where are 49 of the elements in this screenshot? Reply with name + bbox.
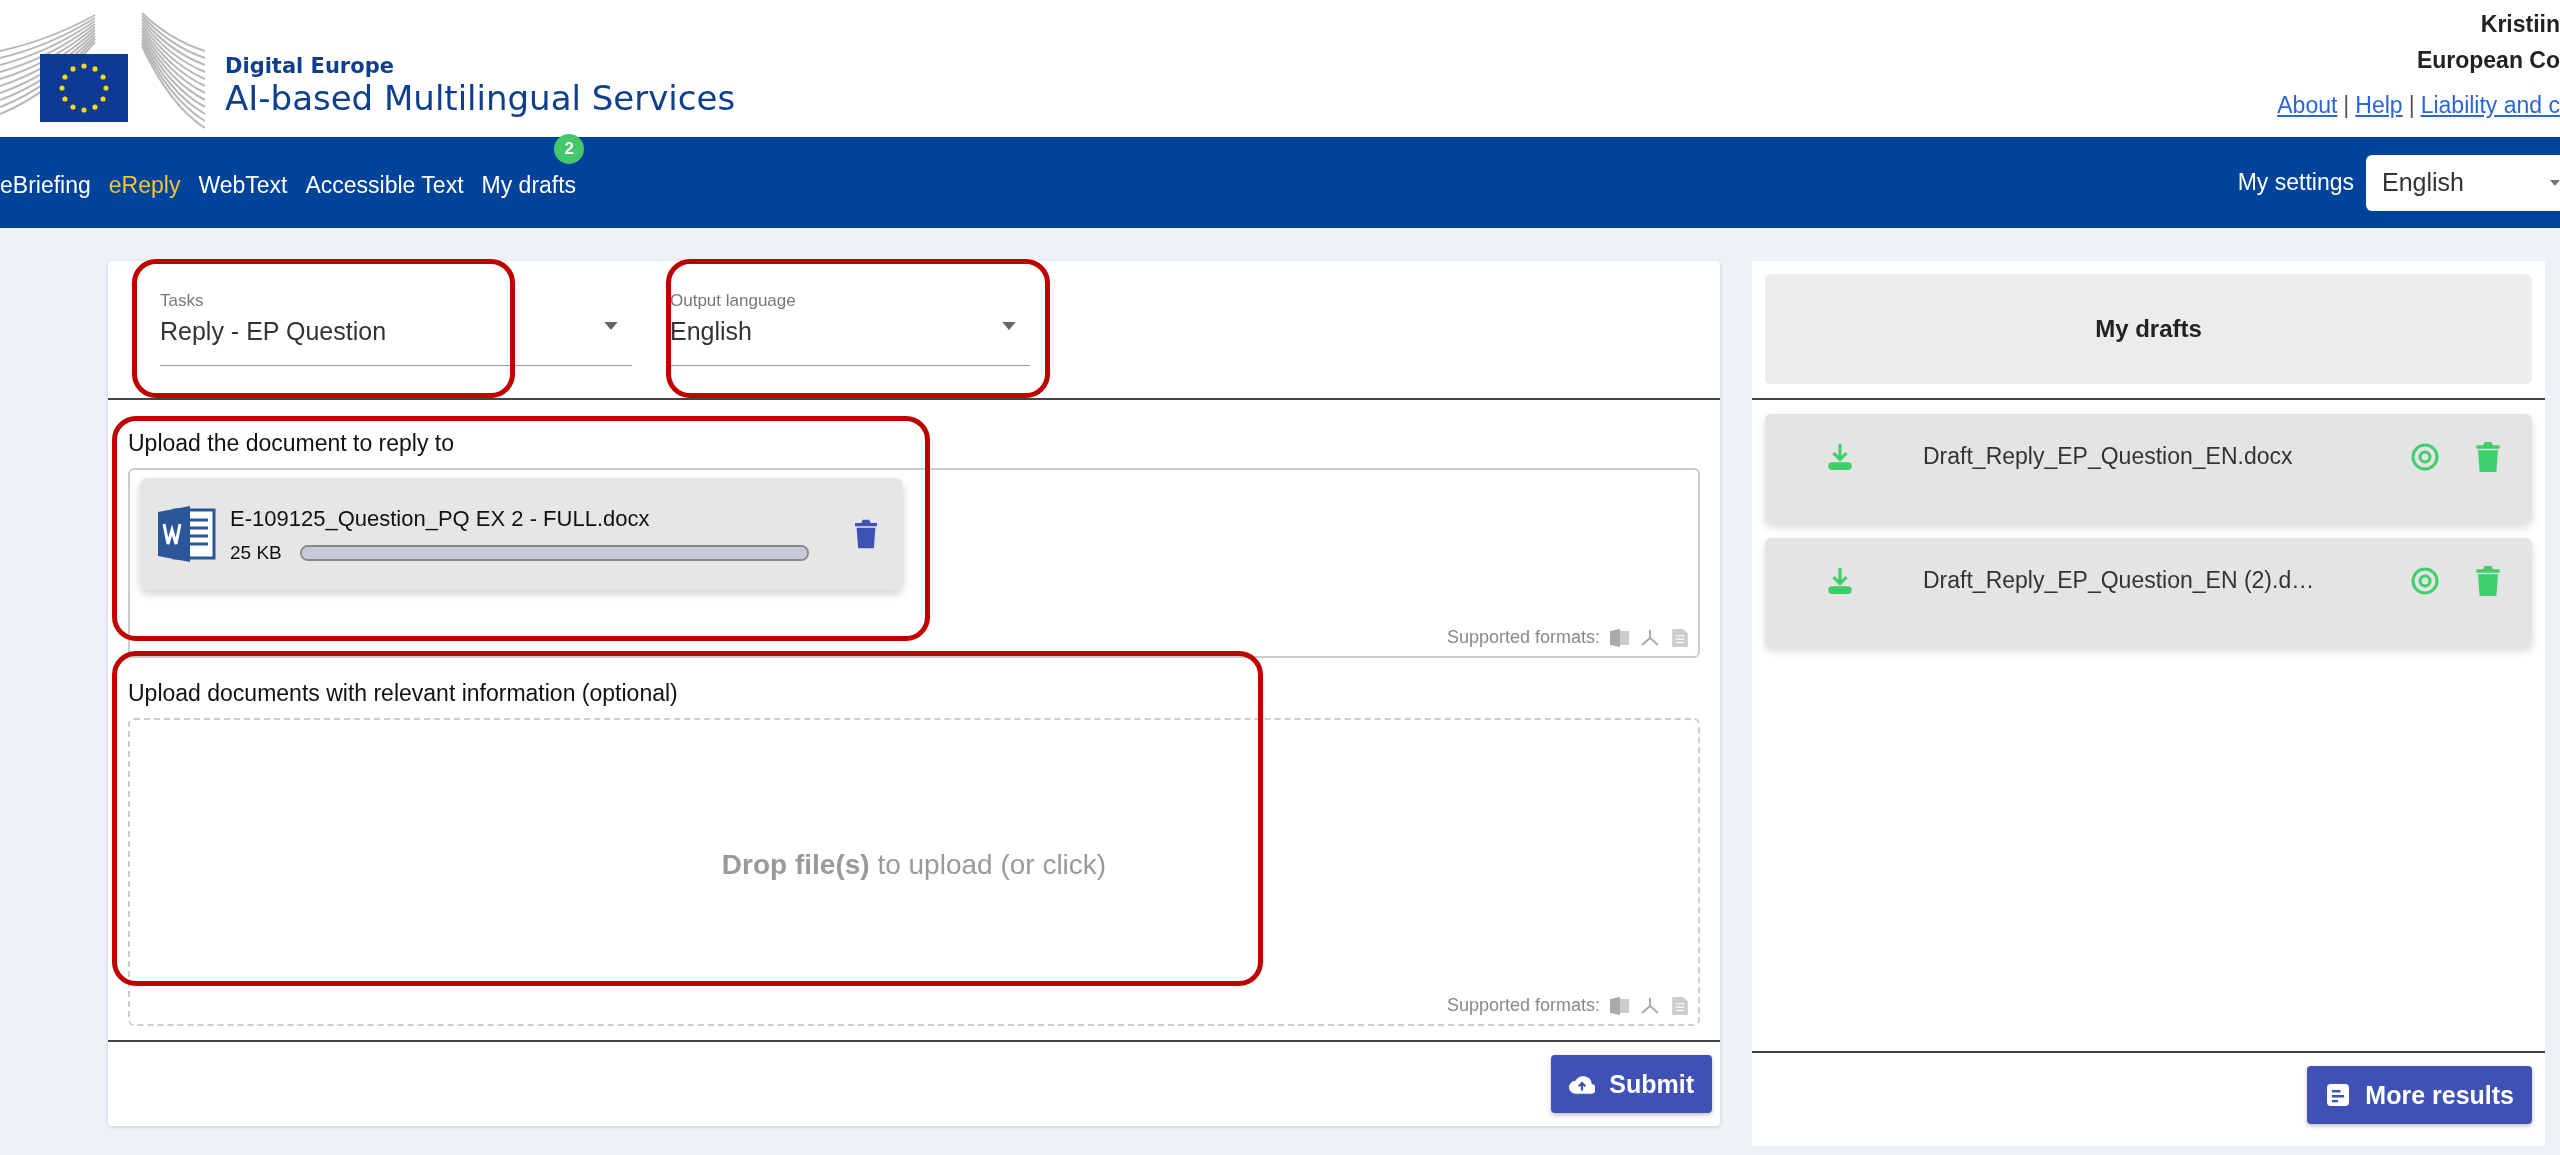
cloud-upload-icon [1569,1073,1596,1095]
download-icon[interactable] [1827,565,1853,596]
count-badge: 2 [554,134,585,164]
section-label: Upload the document to reply to [128,429,456,458]
word-format-icon [1610,995,1630,1016]
caret-icon [2550,179,2560,186]
panel-title: My drafts [2095,315,2202,343]
nav-tab[interactable]: eBriefing [0,172,91,199]
file-size: 25 KB [230,542,282,564]
submit-button[interactable]: Submit [1551,1055,1712,1113]
file-name: E-109125_Question_PQ EX 2 - FULL.docx [230,505,651,533]
text-file-icon [1670,627,1690,648]
download-icon[interactable] [1827,441,1853,472]
section-label: Upload documents with relevant information (optional) [128,679,679,708]
nav-tab[interactable]: Accessible Text [305,172,464,199]
upload-box[interactable]: E-109125_Question_PQ EX 2 - FULL.docx 25 KB Supported formats: [128,468,1700,658]
document-icon [2325,1084,2352,1106]
language-select[interactable]: English [2366,154,2560,211]
formats-label: Supported formats: [1446,627,1600,648]
nav-tab[interactable]: eReply [108,172,181,199]
separator: | [2343,92,2350,118]
more-results-button[interactable]: More results [2307,1066,2532,1124]
header-link[interactable]: Liability and c [2420,92,2560,118]
draft-name: Draft_Reply_EP_Question_EN (2).d… [1923,567,2316,594]
pdf-format-icon [1640,627,1660,648]
select-field[interactable]: Tasks Reply - EP Question [160,289,632,366]
separator: | [2408,92,2415,118]
select-field[interactable]: Output language English [670,289,1030,366]
user-name: Kristiin [2479,10,2560,39]
site-subtitle: Digital Europe [225,54,395,78]
organisation: European Co [2415,46,2560,75]
trash-icon[interactable] [855,519,877,549]
eye-icon[interactable] [2410,441,2440,472]
nav-tab[interactable]: WebText [198,172,288,199]
word-file-icon [156,504,216,564]
header-link[interactable]: About [2277,92,2338,118]
header-link[interactable]: Help [2355,92,2403,118]
word-format-icon [1610,627,1630,648]
caret-icon [1002,322,1016,330]
drop-hint: Drop file(s) to upload (or click) [721,849,1107,881]
settings-label: My settings [2237,169,2354,196]
site-title: AI-based Multilingual Services [225,78,736,118]
formats-label: Supported formats: [1446,995,1600,1016]
draft-name: Draft_Reply_EP_Question_EN.docx [1923,443,2294,470]
drop-zone[interactable]: Drop file(s) to upload (or click) Supported formats: [128,718,1700,1026]
text-file-icon [1670,995,1690,1016]
eye-icon[interactable] [2410,565,2440,596]
caret-icon [604,322,618,330]
pdf-format-icon [1640,995,1660,1016]
